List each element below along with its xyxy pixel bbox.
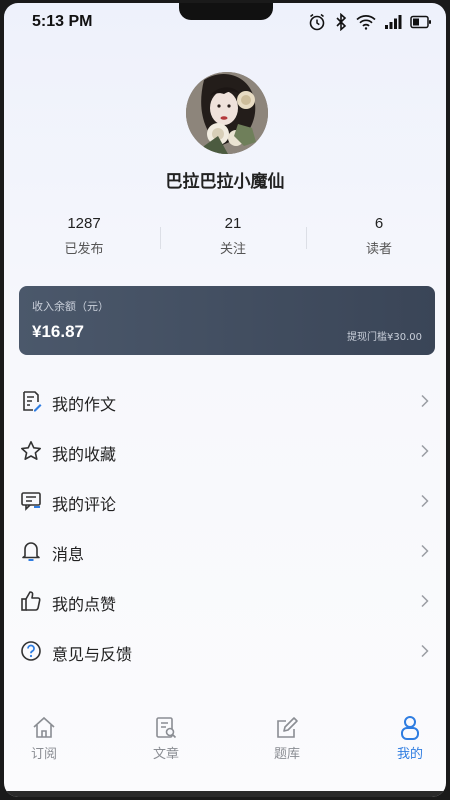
tab-label: 文章 xyxy=(152,747,179,762)
stat-following-label: 关注 xyxy=(219,242,246,257)
chevron-right-icon xyxy=(421,394,429,408)
chevron-right-icon xyxy=(421,544,429,558)
bell-icon xyxy=(22,542,40,561)
menu-item-label: 消息 xyxy=(52,545,85,564)
chevron-right-icon xyxy=(421,444,429,458)
tab-question-bank[interactable]: 题库 xyxy=(247,707,327,762)
tab-label: 订阅 xyxy=(30,747,57,762)
balance-card[interactable]: 收入余额（元） ¥16.87 提现门槛¥30.00 xyxy=(19,286,435,355)
edit-icon xyxy=(277,717,298,738)
menu-item-messages[interactable]: 消息 xyxy=(4,527,446,577)
chevron-right-icon xyxy=(421,494,429,508)
bottom-tab-bar: 订阅 文章 题库 我的 xyxy=(4,707,446,767)
stat-published-label: 已发布 xyxy=(64,242,104,257)
username: 巴拉巴拉小魔仙 xyxy=(165,172,285,192)
status-time: 5:13 PM xyxy=(32,13,93,30)
stat-readers[interactable]: 6 读者 xyxy=(324,215,434,257)
menu-item-likes[interactable]: 我的点赞 xyxy=(4,577,446,627)
stat-divider xyxy=(160,227,161,249)
tab-subscribe[interactable]: 订阅 xyxy=(4,707,84,762)
star-icon xyxy=(21,441,41,460)
menu-item-favorites[interactable]: 我的收藏 xyxy=(4,427,446,477)
balance-amount: ¥16.87 xyxy=(32,322,84,341)
stat-following[interactable]: 21 关注 xyxy=(178,215,288,257)
tab-articles[interactable]: 文章 xyxy=(126,707,206,762)
menu-item-my-essays[interactable]: 我的作文 xyxy=(4,377,446,427)
avatar[interactable] xyxy=(186,72,268,154)
status-icons xyxy=(308,13,432,31)
chevron-right-icon xyxy=(421,594,429,608)
bluetooth-icon xyxy=(336,13,347,31)
chevron-right-icon xyxy=(421,644,429,658)
wifi-icon xyxy=(356,15,376,30)
battery-icon xyxy=(410,15,431,29)
withdraw-threshold: 提现门槛¥30.00 xyxy=(347,332,422,343)
menu-item-label: 我的收藏 xyxy=(52,445,117,464)
stats-row: 1287 已发布 21 关注 6 读者 xyxy=(4,215,446,265)
stat-readers-value: 6 xyxy=(374,215,384,232)
menu-item-feedback[interactable]: 意见与反馈 xyxy=(4,627,446,677)
question-icon xyxy=(21,641,41,661)
article-icon xyxy=(156,717,177,739)
comment-icon xyxy=(21,492,41,511)
stat-published[interactable]: 1287 已发布 xyxy=(29,215,139,257)
alarm-icon xyxy=(309,13,325,31)
menu-item-comments[interactable]: 我的评论 xyxy=(4,477,446,527)
menu-list: 我的作文 我的收藏 我的评论 消息 我的点赞 意见与反馈 xyxy=(4,377,446,677)
user-icon xyxy=(401,716,419,740)
signal-icon xyxy=(385,15,402,29)
home-indicator xyxy=(4,791,446,797)
tab-mine[interactable]: 我的 xyxy=(370,707,446,762)
avatar-image xyxy=(186,72,268,154)
tab-label: 题库 xyxy=(273,747,300,762)
balance-label: 收入余额（元） xyxy=(32,300,109,313)
menu-item-label: 我的作文 xyxy=(52,395,117,414)
thumbs-up-icon xyxy=(21,591,41,611)
phone-screen: 5:13 PM 巴拉巴拉小魔仙 1287 已发布 21 关注 6 读者 收入余额… xyxy=(4,3,446,797)
menu-item-label: 我的点赞 xyxy=(52,595,117,614)
stat-divider xyxy=(306,227,307,249)
home-icon xyxy=(33,716,55,738)
stat-following-value: 21 xyxy=(224,215,242,232)
stat-published-value: 1287 xyxy=(67,215,101,232)
tab-label: 我的 xyxy=(396,747,423,762)
compose-icon xyxy=(23,391,42,412)
camera-notch xyxy=(179,3,273,20)
stat-readers-label: 读者 xyxy=(365,242,392,257)
menu-item-label: 我的评论 xyxy=(52,495,117,514)
menu-item-label: 意见与反馈 xyxy=(52,645,133,664)
